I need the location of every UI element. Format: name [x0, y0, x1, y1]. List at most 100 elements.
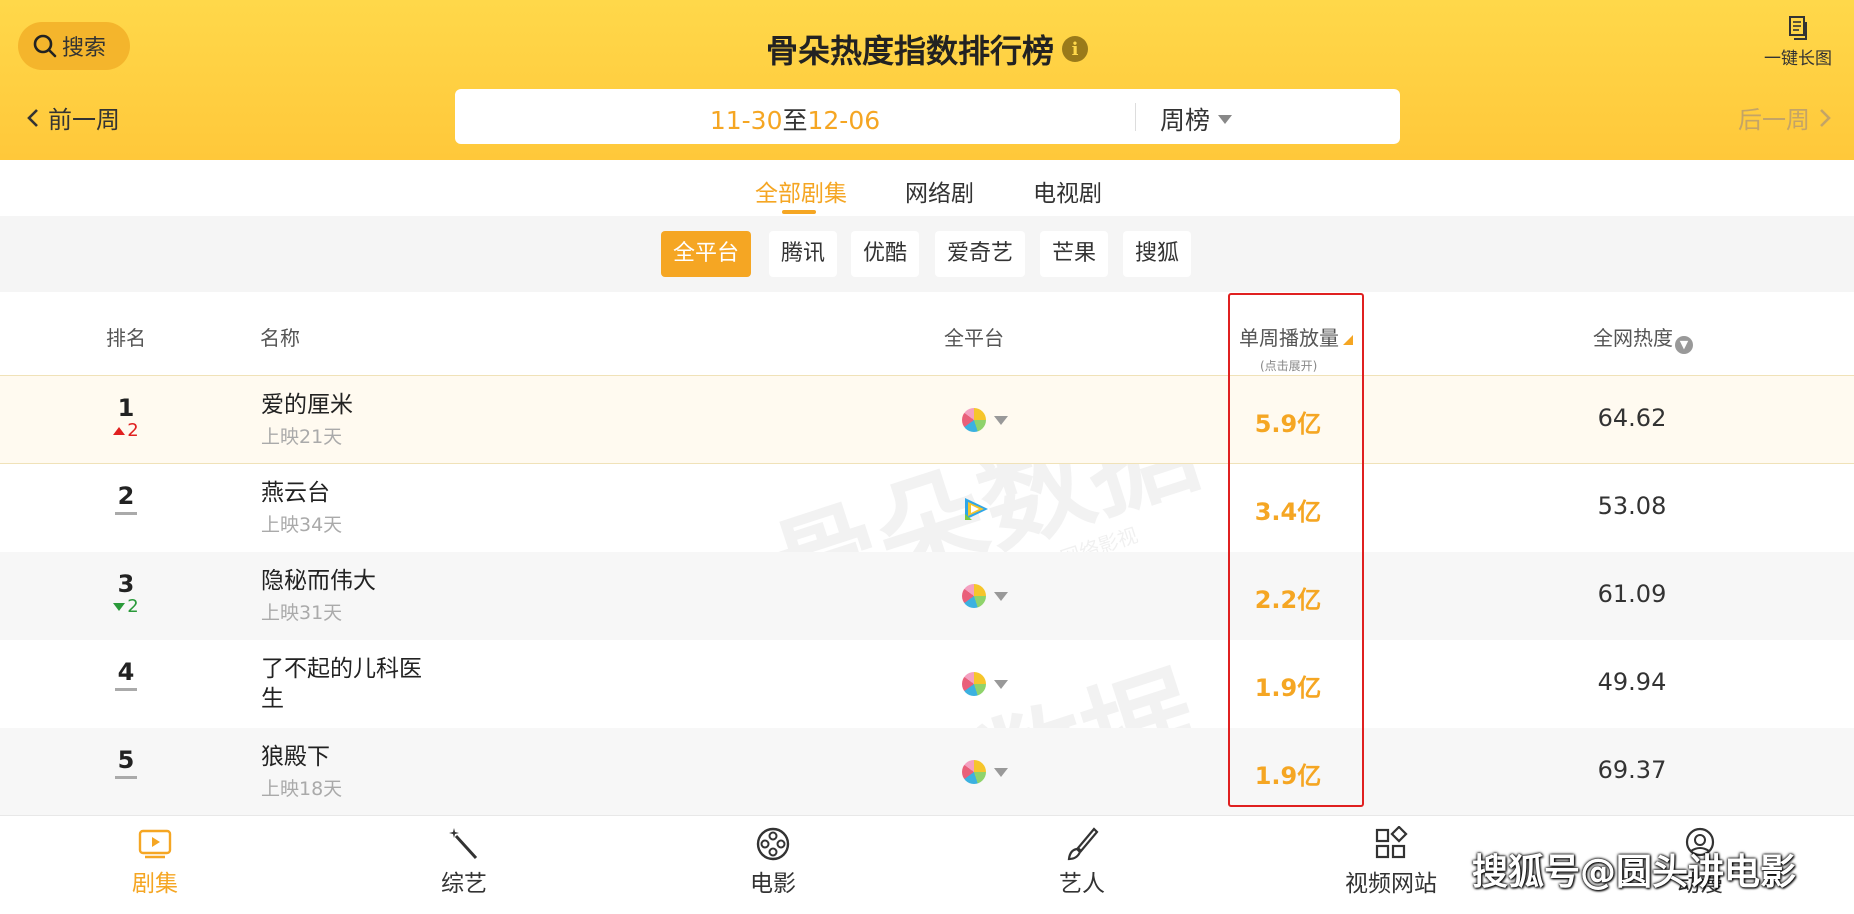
series-name[interactable]: 隐秘而伟大 — [261, 566, 441, 596]
header-bar: 搜索 骨朵热度指数排行榜 i 一键长图 前一周 后一周 11-30至12-06 … — [0, 0, 1854, 160]
nav-series[interactable]: 剧集 — [95, 826, 215, 898]
tencent-video-icon — [965, 498, 988, 520]
heat-index: 61.09 — [1597, 580, 1667, 608]
rank-unchanged-line — [115, 512, 137, 515]
series-name[interactable]: 狼殿下 — [261, 742, 441, 772]
rank-unchanged-line — [115, 688, 137, 691]
heat-index: 64.62 — [1597, 404, 1667, 432]
rank-cell: 4 — [96, 658, 156, 691]
apps-icon — [1375, 826, 1408, 859]
long-image-label: 一键长图 — [1764, 49, 1832, 69]
multi-platform-pie-icon — [962, 760, 986, 784]
category-tabs: 全部剧集 网络剧 电视剧 — [0, 160, 1854, 216]
days-on-air: 上映18天 — [261, 778, 343, 800]
caret-down-icon — [994, 415, 1008, 425]
film-reel-icon — [756, 827, 790, 861]
caret-down-icon — [994, 679, 1008, 689]
tab-all-series[interactable]: 全部剧集 — [755, 174, 847, 208]
page-title: 骨朵热度指数排行榜 i — [766, 26, 1088, 72]
nav-video-sites[interactable]: 视频网站 — [1331, 826, 1451, 898]
date-end: 12-06 — [807, 106, 881, 135]
sohu-watermark: 搜狐号@圆头讲电影 — [1472, 852, 1797, 893]
nav-variety-label: 综艺 — [441, 871, 487, 897]
days-on-air: 上映34天 — [261, 514, 343, 536]
brush-icon — [1067, 827, 1099, 861]
platform-filter-bar: 全平台 腾讯 优酷 爱奇艺 芒果 搜狐 — [0, 216, 1854, 292]
rank-cell: 2 — [96, 482, 156, 515]
period-label: 周榜 — [1160, 106, 1211, 135]
rank-cell: 5 — [96, 746, 156, 779]
date-selector[interactable]: 11-30至12-06 周榜 — [455, 89, 1400, 144]
platform-iqiyi[interactable]: 爱奇艺 — [935, 231, 1026, 277]
nav-variety[interactable]: 综艺 — [404, 826, 524, 898]
rank-cell: 3 2 — [96, 570, 156, 617]
rank-unchanged-line — [115, 776, 137, 779]
date-separator: 至 — [782, 106, 808, 135]
series-name[interactable]: 了不起的儿科医生 — [261, 654, 441, 714]
heat-index: 69.37 — [1597, 756, 1667, 784]
info-icon[interactable]: i — [1062, 36, 1088, 62]
header-name: 名称 — [260, 326, 300, 350]
heat-index: 49.94 — [1597, 668, 1667, 696]
document-icon — [1789, 16, 1807, 40]
rank-change: 2 — [96, 420, 156, 441]
multi-platform-pie-icon — [962, 672, 986, 696]
arrow-down-icon — [113, 602, 126, 611]
nav-artist-label: 艺人 — [1059, 871, 1105, 897]
play-icon — [138, 829, 172, 859]
page-title-text: 骨朵热度指数排行榜 — [765, 32, 1054, 70]
date-range[interactable]: 11-30至12-06 — [455, 101, 1135, 137]
rank-number: 1 — [117, 394, 135, 422]
multi-platform-pie-icon — [962, 408, 986, 432]
magic-wand-icon — [449, 828, 478, 860]
date-divider — [1135, 103, 1136, 131]
rank-number: 4 — [117, 658, 135, 686]
header-heat-label: 全网热度 — [1593, 326, 1673, 350]
chevron-left-icon — [27, 108, 38, 127]
rank-change-value: 2 — [127, 420, 139, 441]
heat-index: 53.08 — [1597, 492, 1667, 520]
days-on-air: 上映21天 — [261, 426, 343, 448]
header-heat[interactable]: 全网热度 ▼ — [1593, 322, 1693, 354]
multi-platform-pie-icon — [962, 584, 986, 608]
series-name[interactable]: 燕云台 — [261, 478, 441, 508]
series-name[interactable]: 爱的厘米 — [261, 390, 441, 420]
arrow-up-icon — [113, 426, 126, 435]
platform-dropdown[interactable] — [962, 584, 1008, 608]
header-rank: 排名 — [106, 326, 146, 350]
table-row[interactable]: 2 燕云台 上映34天 3.4亿 53.08 — [0, 464, 1854, 552]
rank-number: 5 — [117, 746, 135, 774]
nav-movie[interactable]: 电影 — [713, 826, 833, 898]
nav-series-label: 剧集 — [132, 871, 178, 897]
chevron-right-icon — [1820, 108, 1831, 127]
nav-artist[interactable]: 艺人 — [1022, 826, 1142, 898]
tab-web-series[interactable]: 网络剧 — [905, 174, 974, 208]
active-tab-underline — [782, 210, 816, 214]
long-image-button[interactable]: 一键长图 — [1758, 14, 1838, 69]
platform-dropdown[interactable] — [962, 672, 1008, 696]
platform-youku[interactable]: 优酷 — [851, 231, 920, 277]
tab-tv-series[interactable]: 电视剧 — [1033, 174, 1102, 208]
sort-down-circle-icon: ▼ — [1675, 335, 1693, 354]
table-row[interactable]: 1 2 爱的厘米 上映21天 5.9亿 64.62 — [0, 376, 1854, 464]
platform-dropdown[interactable] — [962, 760, 1008, 784]
rank-change-value: 2 — [127, 596, 139, 617]
platform-sohu[interactable]: 搜狐 — [1123, 231, 1192, 277]
rank-number: 3 — [117, 570, 135, 598]
platform-mango[interactable]: 芒果 — [1040, 231, 1109, 277]
period-dropdown[interactable]: 周榜 — [1160, 101, 1233, 137]
rank-change: 2 — [96, 596, 156, 617]
prev-week-label: 前一周 — [48, 106, 120, 134]
platform-all[interactable]: 全平台 — [661, 231, 752, 277]
table-row[interactable]: 3 2 隐秘而伟大 上映31天 2.2亿 61.09 — [0, 552, 1854, 640]
next-week-label: 后一周 — [1738, 106, 1810, 134]
table-row[interactable]: 5 狼殿下 上映18天 1.9亿 69.37 — [0, 728, 1854, 816]
platform-dropdown[interactable] — [962, 408, 1008, 432]
platform-icon[interactable] — [962, 496, 990, 522]
caret-down-icon — [1218, 114, 1233, 124]
platform-tencent[interactable]: 腾讯 — [769, 231, 838, 277]
date-start: 11-30 — [709, 106, 783, 135]
prev-week-button[interactable]: 前一周 — [26, 100, 120, 135]
table-row[interactable]: 4 了不起的儿科医生 1.9亿 49.94 — [0, 640, 1854, 728]
next-week-button[interactable]: 后一周 — [1738, 100, 1832, 135]
